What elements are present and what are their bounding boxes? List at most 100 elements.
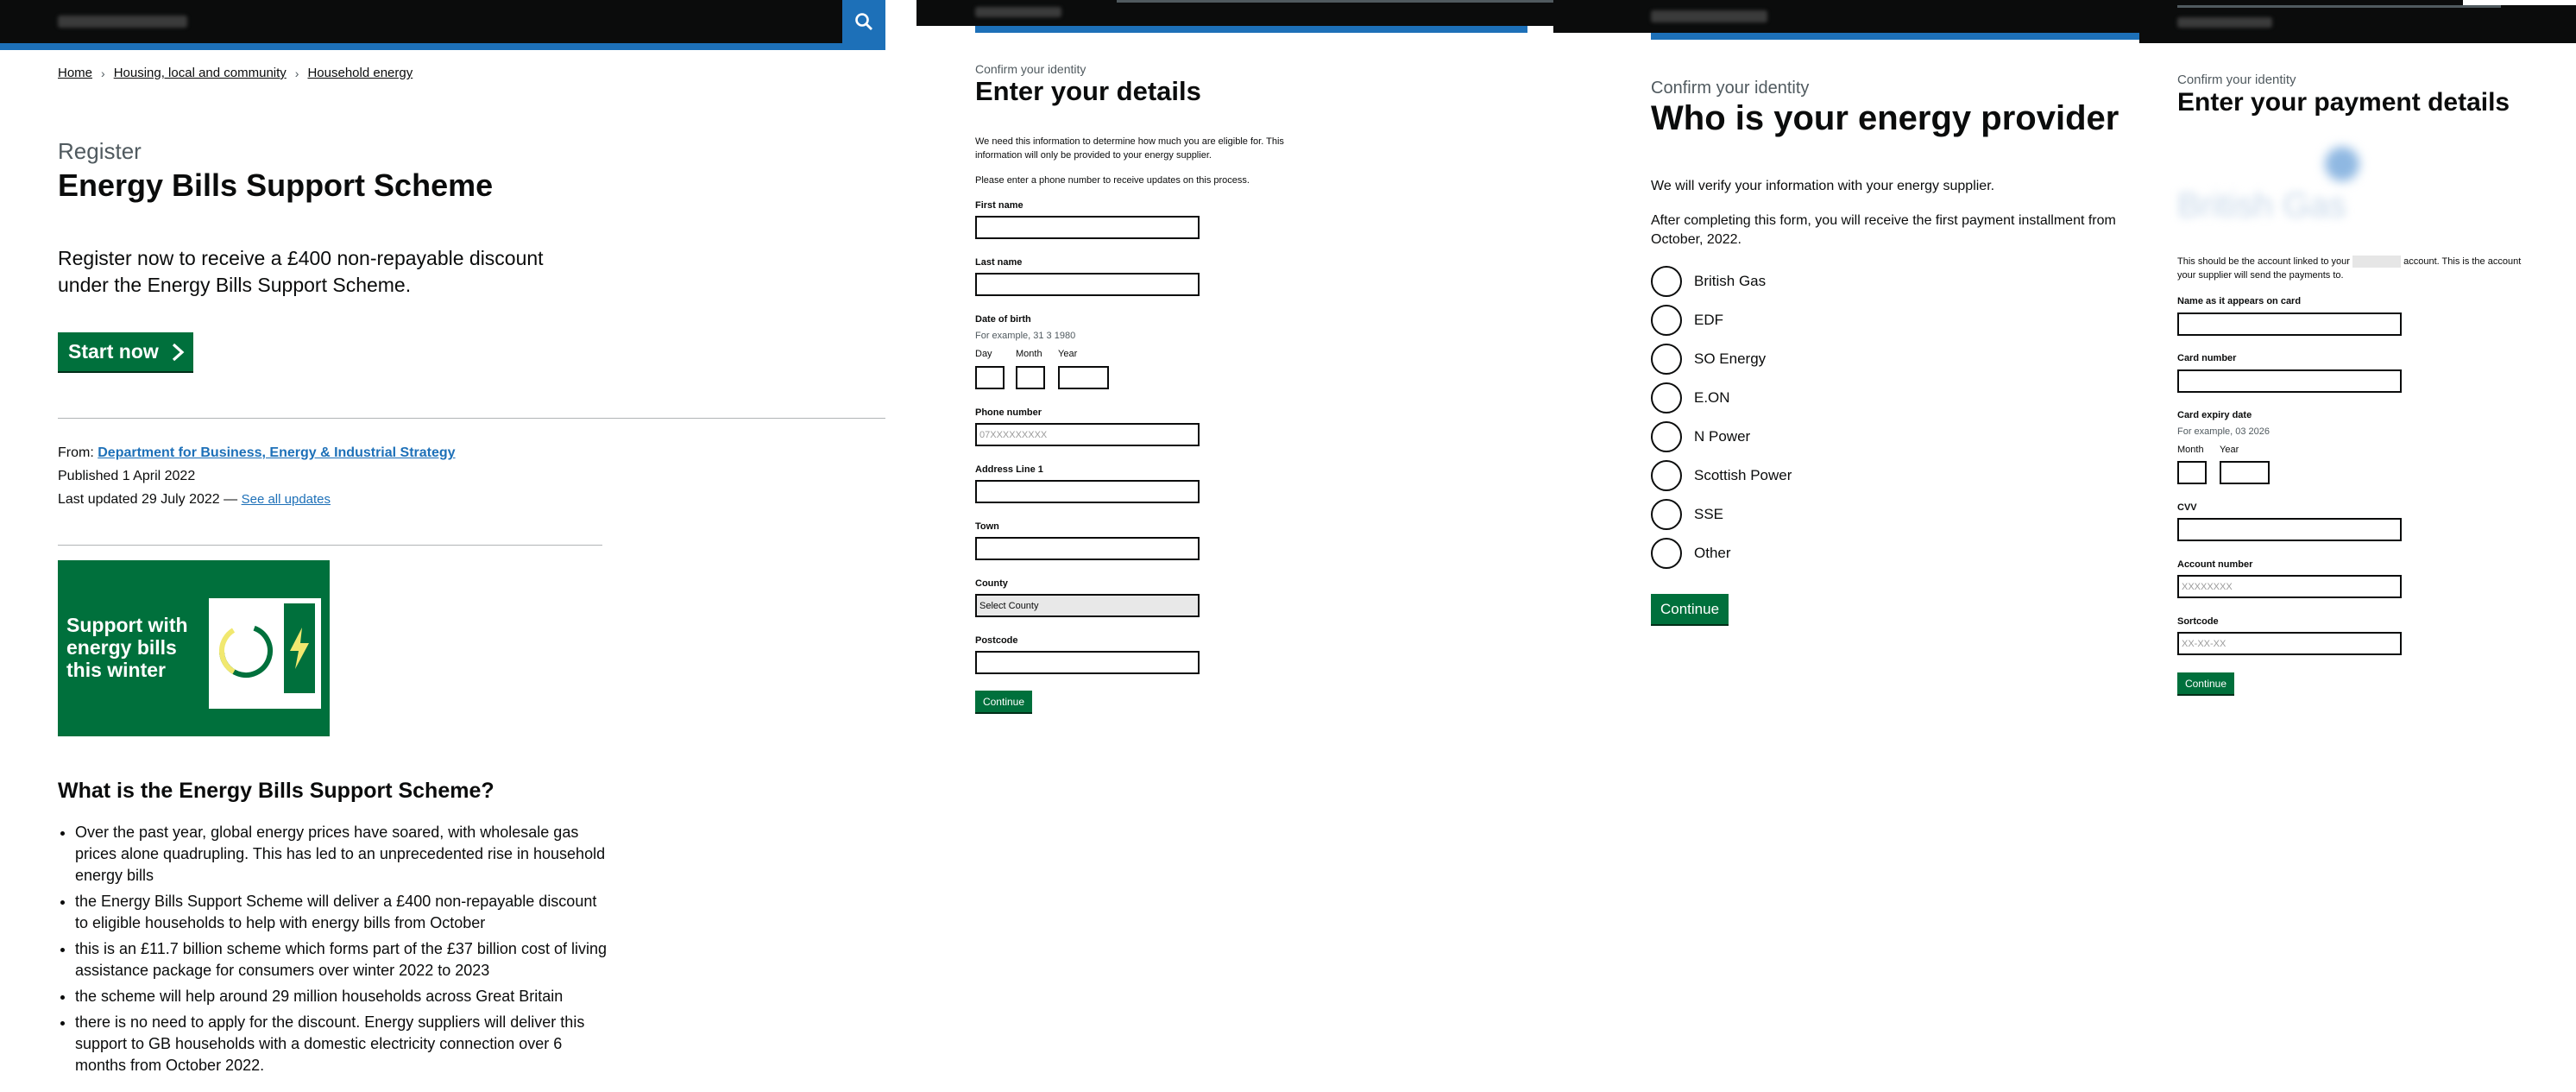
provider-option-scottish-power[interactable]: Scottish Power (1651, 460, 1792, 491)
info-list: Over the past year, global energy prices… (75, 822, 610, 1081)
header-accent-bar (1651, 33, 2139, 40)
banner-accent (284, 603, 315, 693)
option-label: E.ON (1694, 389, 1730, 406)
sortcode-input[interactable]: XX-XX-XX (2177, 632, 2402, 655)
dob-year-input[interactable] (1058, 366, 1109, 389)
start-now-label: Start now (68, 340, 159, 363)
lead-paragraph: Register now to receive a £400 non-repay… (58, 247, 544, 296)
account-number-label: Account number (2177, 559, 2253, 570)
radio-button[interactable] (1651, 382, 1682, 413)
address-input[interactable] (975, 480, 1200, 503)
dob-month-input[interactable] (1016, 366, 1045, 389)
first-name-label: First name (975, 200, 1023, 211)
breadcrumb-home[interactable]: Home (58, 66, 92, 80)
option-label: SSE (1694, 506, 1724, 522)
govuk-logo[interactable] (975, 7, 1061, 17)
card-number-label: Card number (2177, 353, 2237, 363)
breadcrumb-household-energy[interactable]: Household energy (307, 66, 413, 80)
govuk-logo[interactable] (2177, 17, 2272, 28)
page-caption: Confirm your identity (2177, 73, 2296, 87)
expiry-year-input[interactable] (2220, 461, 2270, 484)
panel-energy-provider: Confirm your identity Who is your energy… (1553, 0, 2139, 1092)
provider-option-other[interactable]: Other (1651, 538, 1731, 569)
see-all-updates-link[interactable]: See all updates (242, 492, 331, 507)
panel-enter-details: Confirm your identity Enter your details… (916, 0, 1553, 1092)
from-label: From: (58, 445, 94, 460)
radio-button[interactable] (1651, 421, 1682, 452)
list-item: Over the past year, global energy prices… (75, 822, 610, 887)
page-title: Enter your payment details (2177, 88, 2510, 117)
provider-option-sse[interactable]: SSE (1651, 499, 1723, 530)
radio-button[interactable] (1651, 266, 1682, 297)
dob-day-input[interactable] (975, 366, 1005, 389)
account-number-input[interactable]: XXXXXXXX (2177, 575, 2402, 598)
panel-payment-details: Confirm your identity Enter your payment… (2139, 0, 2576, 1092)
updated-line: Last updated 29 July 2022 — See all upda… (58, 492, 331, 508)
expiry-label: Card expiry date (2177, 410, 2252, 420)
name-on-card-label: Name as it appears on card (2177, 296, 2302, 306)
banner-text: Support with energy bills this winter (66, 614, 188, 681)
supplier-logo-flame-icon (2325, 147, 2359, 181)
intro-text: We need this information to determine ho… (975, 136, 1284, 161)
expiry-month-input[interactable] (2177, 461, 2207, 484)
town-input[interactable] (975, 537, 1200, 560)
list-item: the Energy Bills Support Scheme will del… (75, 891, 610, 934)
header-divider (1117, 0, 1553, 3)
radio-button[interactable] (1651, 305, 1682, 336)
provider-option-eon[interactable]: E.ON (1651, 382, 1730, 413)
name-on-card-input[interactable] (2177, 312, 2402, 336)
expiry-hint: For example, 03 2026 (2177, 426, 2271, 437)
continue-button[interactable]: Continue (975, 691, 1032, 712)
phone-label: Phone number (975, 407, 1042, 418)
expiry-year-label: Year (2220, 445, 2239, 455)
postcode-label: Postcode (975, 635, 1018, 646)
town-label: Town (975, 521, 999, 532)
search-button[interactable] (842, 0, 885, 43)
cvv-label: CVV (2177, 502, 2197, 513)
chevron-right-icon (172, 343, 185, 361)
phone-intro-text: Please enter a phone number to receive u… (975, 175, 1250, 186)
provider-option-so-energy[interactable]: SO Energy (1651, 344, 1766, 375)
page-title: Energy Bills Support Scheme (58, 167, 494, 203)
updated-date: Last updated 29 July 2022 — (58, 492, 238, 507)
breadcrumb-housing[interactable]: Housing, local and community (114, 66, 287, 80)
provider-option-british-gas[interactable]: British Gas (1651, 266, 1766, 297)
list-item: there is no need to apply for the discou… (75, 1012, 610, 1076)
radio-button[interactable] (1651, 538, 1682, 569)
govuk-logo[interactable] (58, 16, 187, 28)
continue-button[interactable]: Continue (2177, 672, 2234, 694)
radio-button[interactable] (1651, 499, 1682, 530)
from-line: From: Department for Business, Energy & … (58, 445, 456, 461)
govuk-logo[interactable] (1651, 10, 1767, 22)
redacted-supplier-name (2352, 256, 2402, 268)
dob-year-label: Year (1058, 349, 1078, 359)
option-label: British Gas (1694, 273, 1767, 289)
provider-option-edf[interactable]: EDF (1651, 305, 1723, 336)
department-link[interactable]: Department for Business, Energy & Indust… (98, 445, 455, 460)
energy-bills-banner-image: Support with energy bills this winter (58, 560, 330, 736)
card-number-input[interactable] (2177, 369, 2402, 393)
panel-register: Home › Housing, local and community › Ho… (0, 0, 916, 1092)
supplier-logo: British Gas (2177, 186, 2346, 224)
last-name-input[interactable] (975, 273, 1200, 296)
phone-input[interactable]: 07XXXXXXXXX (975, 423, 1200, 446)
option-label: SO Energy (1694, 350, 1767, 367)
header-accent-bar (975, 26, 1527, 33)
provider-option-npower[interactable]: N Power (1651, 421, 1750, 452)
county-select[interactable]: Select County (975, 594, 1200, 617)
continue-button[interactable]: Continue (1651, 594, 1729, 624)
dob-day-label: Day (975, 349, 992, 359)
radio-button[interactable] (1651, 344, 1682, 375)
postcode-input[interactable] (975, 651, 1200, 674)
cvv-input[interactable] (2177, 518, 2402, 541)
first-name-input[interactable] (975, 216, 1200, 239)
published-date: Published 1 April 2022 (58, 469, 196, 483)
radio-button[interactable] (1651, 460, 1682, 491)
county-label: County (975, 578, 1008, 589)
start-now-button[interactable]: Start now (58, 332, 193, 371)
payment-info-text: After completing this form, you will rec… (1651, 213, 2116, 247)
header-divider (2177, 5, 2501, 8)
option-label: N Power (1694, 428, 1751, 445)
section-heading: What is the Energy Bills Support Scheme? (58, 779, 494, 803)
breadcrumb: Home › Housing, local and community › Ho… (58, 66, 413, 80)
